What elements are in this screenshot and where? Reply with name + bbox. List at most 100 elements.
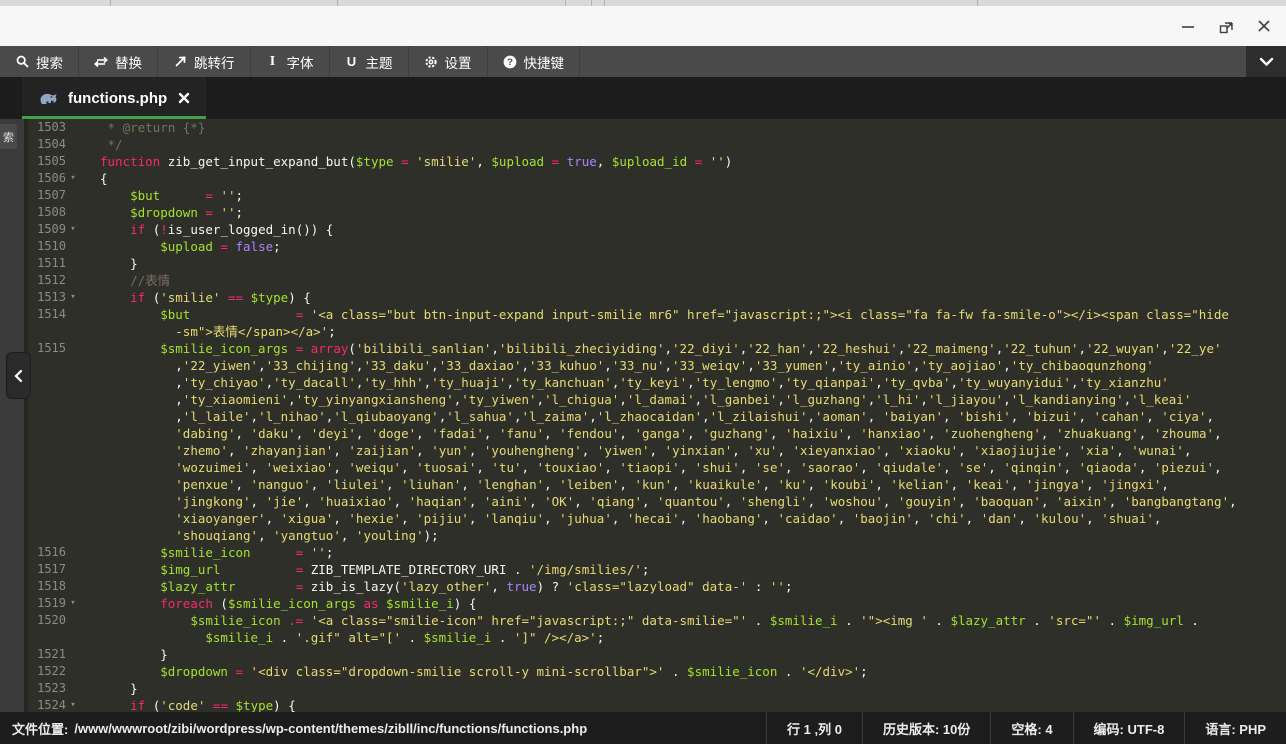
code-line[interactable]: 1523 }	[32, 680, 1286, 697]
code-line[interactable]: 1519▾ foreach ($smilie_icon_args as $smi…	[32, 595, 1286, 612]
toolbar-button-theme[interactable]: U主题	[330, 46, 409, 77]
code-line[interactable]: 'penxue', 'nanguo', 'liulei', 'liuhan', …	[32, 476, 1286, 493]
fold-arrow-icon[interactable]: ▾	[66, 289, 80, 306]
line-number[interactable]: 1514	[32, 306, 66, 323]
restore-button[interactable]	[1218, 18, 1234, 34]
line-number[interactable]: 1513	[32, 289, 66, 306]
status-cursor-position[interactable]: 行 1 ,列 0	[766, 712, 862, 744]
line-number[interactable]: 1516	[32, 544, 66, 561]
code-line[interactable]: 'zhemo', 'zhayanjian', 'zaijian', 'yun',…	[32, 442, 1286, 459]
code-line[interactable]: 'jingkong', 'jie', 'huaixiao', 'haqian',…	[32, 493, 1286, 510]
line-number[interactable]: 1522	[32, 663, 66, 680]
status-language[interactable]: 语言: PHP	[1184, 712, 1286, 744]
code-line[interactable]: 1518 $lazy_attr = zib_is_lazy('lazy_othe…	[32, 578, 1286, 595]
code-token: .	[838, 613, 861, 628]
toolbar-button-shortcuts[interactable]: ?快捷键	[488, 46, 581, 77]
toolbar-overflow-button[interactable]	[1246, 46, 1286, 77]
line-number[interactable]: 1519	[32, 595, 66, 612]
code-line[interactable]: 'shouqiang', 'yangtuo', 'youling');	[32, 527, 1286, 544]
code-line[interactable]: $smilie_i . '.gif" alt="[' . $smilie_i .…	[32, 629, 1286, 646]
tab-bar: functions.php	[0, 77, 1286, 119]
code-line[interactable]: 1504 */	[32, 136, 1286, 153]
status-encoding[interactable]: 编码: UTF-8	[1073, 712, 1185, 744]
line-number[interactable]: 1518	[32, 578, 66, 595]
code-token	[100, 324, 175, 339]
code-line[interactable]: 1512 //表情	[32, 272, 1286, 289]
code-token: ,	[589, 409, 597, 424]
code-line[interactable]: 1511 }	[32, 255, 1286, 272]
line-number[interactable]: 1523	[32, 680, 66, 697]
line-number[interactable]: 1505	[32, 153, 66, 170]
code-line[interactable]: 'wozuimei', 'weixiao', 'weiqu', 'tuosai'…	[32, 459, 1286, 476]
fold-arrow-icon[interactable]: ▾	[66, 221, 80, 238]
code-line[interactable]: 1515 $smilie_icon_args = array('bilibili…	[32, 340, 1286, 357]
code-line[interactable]: 1514 $but = '<a class="but btn-input-exp…	[32, 306, 1286, 323]
code-line[interactable]: ,'22_yiwen','33_chijing','33_daku','33_d…	[32, 357, 1286, 374]
code-line[interactable]: 1507 $but = '';	[32, 187, 1286, 204]
code-line[interactable]: 1516 $smilie_icon = '';	[32, 544, 1286, 561]
line-number[interactable]: 1503	[32, 119, 66, 136]
code-line[interactable]: 1513▾ if ('smilie' == $type) {	[32, 289, 1286, 306]
code-token: 'bilibili_sanlian'	[356, 341, 491, 356]
tab-functions-php[interactable]: functions.php	[22, 77, 206, 119]
collapsed-search-panel-tab[interactable]: 索	[0, 124, 17, 149]
code-token	[228, 698, 236, 712]
code-token	[303, 307, 311, 322]
minimize-button[interactable]	[1180, 18, 1196, 34]
code-line[interactable]: -sm">表情</span></a>';	[32, 323, 1286, 340]
line-number[interactable]: 1520	[32, 612, 66, 629]
code-token: 'shouqiang'	[175, 528, 258, 543]
line-number[interactable]: 1515	[32, 340, 66, 357]
code-line[interactable]: 1508 $dropdown = '';	[32, 204, 1286, 221]
code-token: 'l_ganbei'	[702, 392, 777, 407]
toolbar-button-font[interactable]: I字体	[251, 46, 330, 77]
code-token: 'l_qiubaoyang'	[333, 409, 438, 424]
line-number[interactable]: 1510	[32, 238, 66, 255]
code-line[interactable]: 1503 * @return {*}	[32, 119, 1286, 136]
code-line[interactable]: 1521 }	[32, 646, 1286, 663]
line-number[interactable]: 1504	[32, 136, 66, 153]
code-line[interactable]: 1517 $img_url = ZIB_TEMPLATE_DIRECTORY_U…	[32, 561, 1286, 578]
code-line-text: 'wozuimei', 'weixiao', 'weiqu', 'tuosai'…	[80, 460, 1222, 475]
toolbar-button-goto-line[interactable]: 跳转行	[158, 46, 251, 77]
line-number[interactable]: 1506	[32, 170, 66, 187]
code-line[interactable]: 1522 $dropdown = '<div class="dropdown-s…	[32, 663, 1286, 680]
line-number[interactable]: 1509	[32, 221, 66, 238]
toolbar-button-label: 跳转行	[194, 52, 235, 72]
code-line[interactable]: 1509▾ if (!is_user_logged_in()) {	[32, 221, 1286, 238]
code-line[interactable]: ,'l_laile','l_nihao','l_qiubaoyang','l_s…	[32, 408, 1286, 425]
toolbar-button-settings[interactable]: 设置	[409, 46, 488, 77]
tab-close-button[interactable]	[178, 92, 190, 104]
code-line[interactable]: 1506▾{	[32, 170, 1286, 187]
code-line-text: }	[80, 647, 168, 662]
toolbar-button-replace[interactable]: 替换	[79, 46, 158, 77]
code-line[interactable]: 1510 $upload = false;	[32, 238, 1286, 255]
line-number[interactable]: 1517	[32, 561, 66, 578]
status-spaces[interactable]: 空格: 4	[990, 712, 1072, 744]
fold-arrow-icon[interactable]: ▾	[66, 595, 80, 612]
code-token: ,	[1206, 409, 1214, 424]
line-number[interactable]: 1524	[32, 697, 66, 712]
collapse-sidebar-button[interactable]	[7, 353, 30, 398]
code-token: ;	[326, 545, 334, 560]
close-window-button[interactable]	[1256, 18, 1272, 34]
fold-arrow-icon[interactable]: ▾	[66, 697, 80, 712]
toolbar-button-search[interactable]: 搜索	[0, 46, 79, 77]
status-history-versions[interactable]: 历史版本: 10份	[862, 712, 990, 744]
fold-arrow-icon[interactable]: ▾	[66, 170, 80, 187]
code-line-text: }	[80, 256, 138, 271]
line-number[interactable]: 1512	[32, 272, 66, 289]
code-line[interactable]: 'dabing', 'daku', 'deyi', 'doge', 'fadai…	[32, 425, 1286, 442]
code-line[interactable]: ,'ty_chiyao','ty_dacall','ty_hhh','ty_hu…	[32, 374, 1286, 391]
code-line[interactable]: 'xiaoyanger', 'xigua', 'hexie', 'pijiu',…	[32, 510, 1286, 527]
line-number[interactable]: 1521	[32, 646, 66, 663]
code-line[interactable]: ,'ty_xiaomieni','ty_yinyangxiansheng','t…	[32, 391, 1286, 408]
code-editor: 1503 * @return {*}1504 */1505function zi…	[0, 119, 1286, 712]
code-token: ,	[311, 477, 326, 492]
line-number[interactable]: 1507	[32, 187, 66, 204]
line-number[interactable]: 1511	[32, 255, 66, 272]
code-line[interactable]: 1505function zib_get_input_expand_but($t…	[32, 153, 1286, 170]
code-line[interactable]: 1520 $smilie_icon .= '<a class="smilie-i…	[32, 612, 1286, 629]
line-number[interactable]: 1508	[32, 204, 66, 221]
code-line[interactable]: 1524▾ if ('code' == $type) {	[32, 697, 1286, 712]
